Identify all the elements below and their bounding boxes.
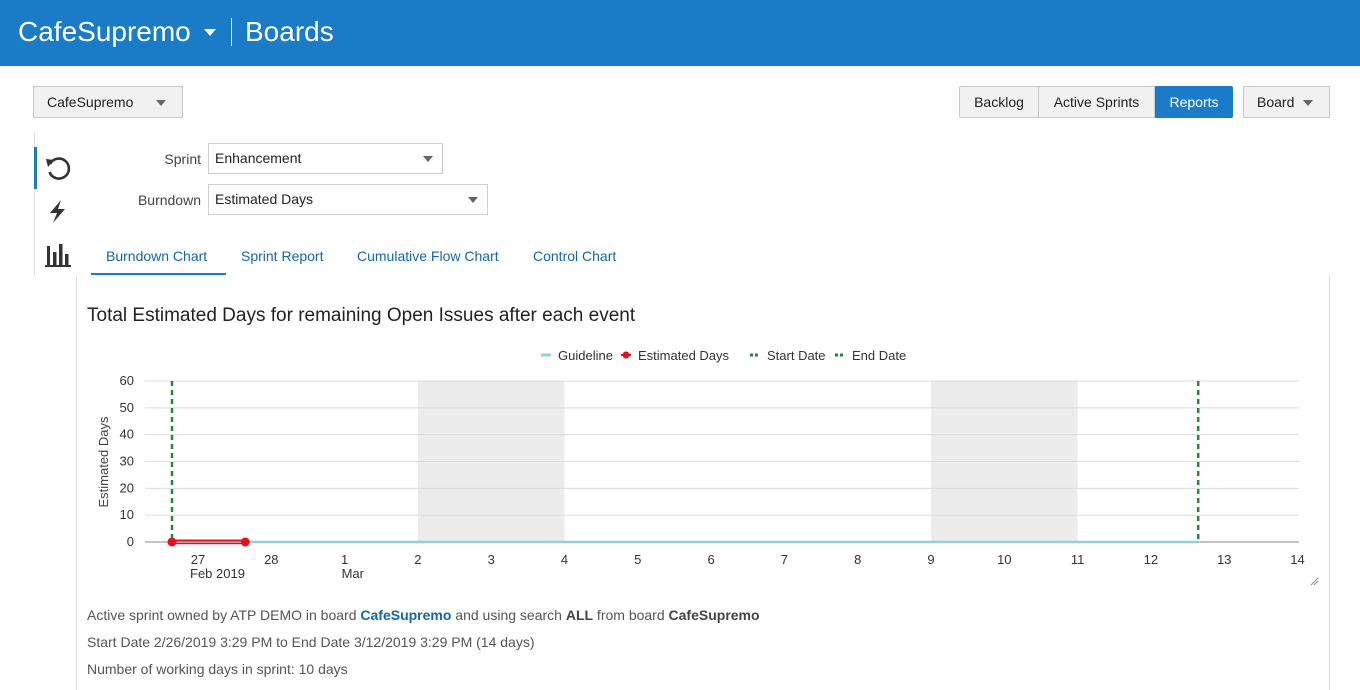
bar-chart-icon[interactable]: [44, 240, 72, 268]
x-tick-label: 13: [1217, 552, 1231, 567]
lightning-icon[interactable]: [44, 197, 72, 225]
section-title: Boards: [245, 16, 334, 47]
header-divider: [231, 18, 232, 46]
panel-border-right: [1329, 275, 1330, 690]
info-text: from board: [593, 607, 669, 623]
burndown-select[interactable]: Estimated Days: [208, 184, 488, 215]
info-text: and using search: [451, 607, 566, 623]
x-tick-label: 9: [927, 552, 934, 567]
resize-handle-icon[interactable]: [1310, 577, 1319, 586]
board-select-dropdown[interactable]: CafeSupremo: [33, 86, 183, 118]
x-tick-label: 2: [414, 552, 421, 567]
x-tick-label: 14: [1290, 552, 1304, 567]
x-tick-label: 1: [341, 552, 348, 567]
y-tick-label: 10: [120, 507, 134, 522]
tab-control-chart[interactable]: Control Chart: [533, 248, 616, 264]
tab-sprint-report[interactable]: Sprint Report: [241, 248, 323, 264]
x-tick-label: 8: [854, 552, 861, 567]
non-working-period: [931, 381, 1078, 542]
board-link[interactable]: CafeSupremo: [360, 607, 451, 623]
legend-label: End Date: [852, 348, 906, 363]
legend-swatch: [622, 351, 630, 359]
active-tab-indicator: [91, 273, 226, 275]
burndown-label: Burndown: [137, 192, 201, 208]
x-tick-label: 12: [1144, 552, 1158, 567]
x-tick-label: 27: [191, 552, 205, 567]
search-name: ALL: [565, 607, 594, 623]
y-tick-label: 30: [120, 454, 134, 469]
y-axis-label: Estimated Days: [96, 416, 111, 508]
estimated-days-point: [167, 537, 177, 547]
sprint-info-line-2: Start Date 2/26/2019 3:29 PM to End Date…: [87, 634, 535, 650]
side-rail-active-indicator: [34, 147, 37, 189]
reports-button[interactable]: Reports: [1155, 86, 1233, 118]
x-tick-label: 10: [997, 552, 1011, 567]
tab-burndown-chart[interactable]: Burndown Chart: [106, 248, 207, 264]
app-name[interactable]: CafeSupremo: [18, 14, 191, 50]
y-tick-label: 20: [120, 480, 134, 495]
y-tick-label: 60: [120, 373, 134, 388]
chevron-down-icon: [423, 156, 433, 162]
refresh-icon[interactable]: [44, 155, 72, 183]
info-text: Active sprint owned by ATP DEMO in board: [87, 607, 361, 623]
chart-title: Total Estimated Days for remaining Open …: [87, 305, 636, 326]
tab-cumulative-flow-chart[interactable]: Cumulative Flow Chart: [357, 248, 499, 264]
x-tick-label: 5: [634, 552, 641, 567]
y-tick-label: 50: [120, 400, 134, 415]
sprint-select-value: Enhancement: [215, 150, 302, 166]
non-working-period: [417, 381, 565, 542]
legend-label: Start Date: [767, 348, 826, 363]
panel-border-left: [76, 275, 77, 690]
board-menu-label: Board: [1257, 94, 1295, 110]
sprint-select[interactable]: Enhancement: [208, 143, 443, 174]
chevron-down-icon: [1303, 100, 1313, 106]
x-tick-sublabel: Mar: [342, 566, 365, 581]
app-header: CafeSupremo Boards: [0, 0, 1360, 66]
burndown-select-value: Estimated Days: [215, 191, 314, 207]
app-switcher-caret-icon[interactable]: [204, 29, 216, 36]
board-select-label: CafeSupremo: [47, 94, 134, 110]
estimated-days-point: [240, 537, 250, 547]
x-tick-label: 6: [707, 552, 714, 567]
x-tick-label: 3: [488, 552, 495, 567]
y-tick-label: 0: [127, 534, 134, 549]
sprint-label: Sprint: [164, 151, 201, 167]
y-tick-label: 40: [120, 427, 134, 442]
board-menu-button[interactable]: Board: [1243, 86, 1330, 118]
backlog-button[interactable]: Backlog: [959, 86, 1039, 118]
x-tick-sublabel: Feb 2019: [190, 566, 245, 581]
x-tick-label: 4: [561, 552, 568, 567]
source-board-name: CafeSupremo: [668, 607, 760, 623]
legend-label: Estimated Days: [638, 348, 730, 363]
legend-label: Guideline: [558, 348, 613, 363]
sprint-info-line-1: Active sprint owned by ATP DEMO in board…: [87, 607, 760, 623]
x-tick-label: 7: [781, 552, 788, 567]
sprint-info-line-3: Number of working days in sprint: 10 day…: [87, 661, 348, 677]
active-sprints-button[interactable]: Active Sprints: [1038, 86, 1155, 118]
x-tick-label: 28: [264, 552, 278, 567]
chevron-down-icon: [156, 100, 166, 106]
chevron-down-icon: [468, 197, 478, 203]
x-tick-label: 11: [1071, 552, 1085, 567]
